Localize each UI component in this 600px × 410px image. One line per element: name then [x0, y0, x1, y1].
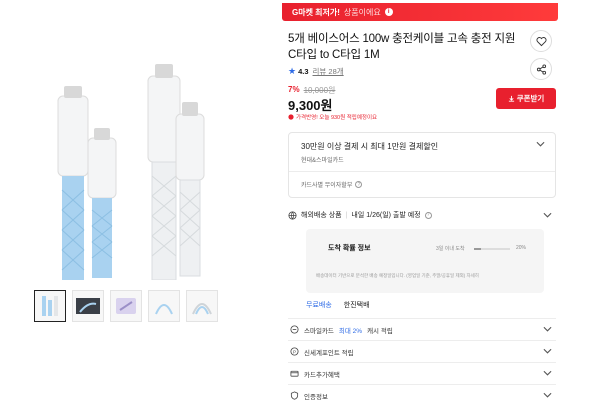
courier-name: 한진택배: [343, 302, 370, 309]
probability-days: 3일 이내 도착: [436, 246, 465, 252]
star-icon: ★: [288, 66, 297, 76]
free-shipping-label: 무료배송: [306, 302, 332, 309]
shipping-type-row: 무료배송 한진택배: [306, 300, 370, 310]
menu-label: 신세계포인트 적립: [304, 349, 354, 357]
main-product-image: [36, 40, 224, 280]
coupon-button[interactable]: 쿠폰받기: [496, 88, 556, 109]
probability-bar-fill: [474, 248, 482, 250]
product-title: 5개 베이스어스 100w 충전케이블 고속 충전 지원 C타입 to C타입 …: [288, 33, 516, 61]
menu-highlight: 최대 2%: [338, 327, 363, 335]
chevron-down-icon: [543, 392, 552, 398]
card-benefit-title: 30만원 이상 결제 시 최대 1만원 결제할인: [301, 142, 439, 151]
separator: |: [345, 211, 348, 219]
installment-label: 카드사별 무이자할부: [301, 183, 353, 189]
card-benefit-box: 30만원 이상 결제 시 최대 1만원 결제할인 현대&스마일카드 카드사별 무…: [288, 132, 556, 198]
question-icon[interactable]: ?: [424, 211, 432, 219]
chevron-down-icon[interactable]: [543, 212, 552, 218]
shipping-eta: 내일 1/26(일) 출발 예정: [351, 212, 421, 219]
menu-label-suffix: 캐시 적립: [367, 327, 393, 335]
probability-title: 도착 확률 정보: [328, 245, 371, 252]
globe-icon: [288, 210, 297, 220]
thumbnail-1[interactable]: [34, 290, 66, 322]
probability-percent: 20%: [516, 245, 527, 251]
sale-price: 9,300원: [288, 98, 333, 113]
shipping-label: 해외배송 상품: [301, 212, 342, 219]
coupon-label: 쿠폰받기: [516, 94, 545, 103]
menu-smilecard-cashback[interactable]: 스마일카드 최대 2% 캐시 적립: [288, 318, 556, 340]
thumbnail-3[interactable]: [110, 290, 142, 322]
heart-icon: [535, 36, 547, 46]
point-icon: P: [290, 347, 299, 356]
side-actions: [530, 30, 552, 80]
menu-certification[interactable]: 인증정보: [288, 384, 556, 406]
share-button[interactable]: [530, 58, 552, 80]
chevron-down-icon[interactable]: [536, 141, 545, 147]
menu-label: 스마일카드: [304, 327, 334, 335]
chevron-down-icon: [543, 326, 552, 332]
svg-text:P: P: [293, 349, 296, 354]
probability-bar: [474, 248, 510, 250]
rating-score: 4.3: [298, 67, 309, 76]
installment-row[interactable]: 카드사별 무이자할부 ?: [301, 180, 363, 189]
thumbnail-5[interactable]: [186, 290, 218, 322]
promo-highlight: G마켓 최저가!: [292, 7, 340, 17]
promo-sub: 상품이에요: [343, 7, 381, 17]
price-note: 가격반영! 오늘 930원 적립예정이요: [288, 113, 377, 121]
review-link[interactable]: 리뷰 28개: [313, 66, 344, 77]
chevron-down-icon: [543, 348, 552, 354]
coin-icon: [290, 325, 299, 334]
wishlist-button[interactable]: [530, 30, 552, 52]
share-icon: [536, 63, 546, 75]
alert-icon: [288, 114, 294, 120]
menu-shinsegae-point[interactable]: P 신세계포인트 적립: [288, 340, 556, 362]
rating-row: ★ 4.3 리뷰 28개: [288, 66, 344, 77]
benefit-menu-list: 스마일카드 최대 2% 캐시 적립 P 신세계포인트 적립 카드추가혜택 인증정…: [288, 318, 556, 406]
card-name: 현대&스마일카드: [301, 158, 344, 164]
probability-note: 배송데이터 기반으로 분석한 배송 예정일입니다. (영업일 기준, 주말/공휴…: [316, 273, 479, 278]
thumbnail-2[interactable]: [72, 290, 104, 322]
info-icon[interactable]: i: [384, 8, 393, 16]
lowest-price-banner: G마켓 최저가! 상품이에요 i: [282, 3, 558, 21]
thumbnail-strip: [34, 290, 218, 322]
menu-card-benefits[interactable]: 카드추가혜택: [288, 362, 556, 384]
shipping-row: 해외배송 상품 | 내일 1/26(일) 출발 예정 ?: [288, 210, 556, 220]
question-icon[interactable]: ?: [355, 181, 363, 188]
card-icon: [290, 370, 299, 377]
menu-label: 카드추가혜택: [304, 371, 340, 379]
menu-label: 인증정보: [304, 393, 328, 401]
cable-image: [57, 64, 205, 280]
shield-icon: [290, 391, 299, 400]
divider: [289, 171, 555, 172]
arrival-probability-box: 도착 확률 정보 3일 이내 도착 20% 배송데이터 기반으로 분석한 배송 …: [306, 229, 544, 293]
thumbnail-4[interactable]: [148, 290, 180, 322]
download-icon: [508, 95, 514, 102]
price-note-text: 가격반영! 오늘 930원 적립예정이요: [296, 115, 378, 121]
chevron-down-icon: [543, 370, 552, 376]
